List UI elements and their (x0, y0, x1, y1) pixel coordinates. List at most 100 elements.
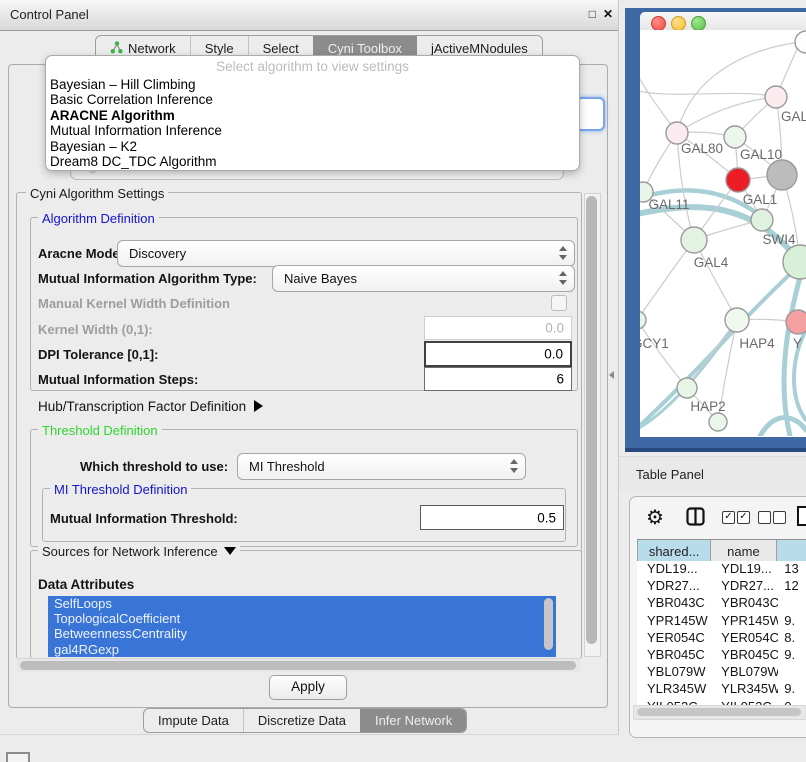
network-node-gal[interactable] (765, 86, 787, 108)
node-label: HAP4 (739, 336, 775, 351)
checked-checkbox-icon[interactable]: ✓ (722, 511, 735, 524)
data-attribute-item[interactable]: gal4RGexp (48, 642, 556, 657)
algorithm-item[interactable]: Bayesian – K2 (46, 139, 579, 154)
zoom-traffic-light[interactable] (691, 16, 706, 31)
network-node-gal1[interactable] (751, 209, 773, 231)
manual-kernel-label: Manual Kernel Width Definition (38, 296, 230, 311)
table-row[interactable]: YPR145WYPR145W9. (637, 613, 806, 630)
table-cell: YBL079W (637, 664, 711, 681)
floating-palette-icon[interactable] (6, 752, 30, 762)
unchecked-checkbox-icon[interactable] (758, 511, 771, 524)
sources-title-label: Sources for Network Inference (42, 544, 218, 559)
table-column-header[interactable]: shared... (638, 540, 711, 562)
network-node-gal10[interactable] (724, 126, 746, 148)
aracne-mode-combo[interactable]: Discovery (117, 240, 575, 267)
close-traffic-light[interactable] (651, 16, 666, 31)
hub-definition-toggle[interactable]: Hub/Transcription Factor Definition (38, 399, 263, 414)
float-icon[interactable]: □ (589, 7, 596, 21)
table-row[interactable]: YDR27...YDR27...12 (637, 578, 806, 595)
which-threshold-label: Which threshold to use: (80, 459, 228, 474)
sources-title[interactable]: Sources for Network Inference (38, 544, 240, 559)
document-icon[interactable] (796, 505, 806, 532)
node-label: GAL80 (681, 141, 723, 156)
app-root: Control Panel □ ✕ Network Style S (0, 0, 806, 762)
algorithm-item[interactable]: Bayesian – Hill Climbing (46, 77, 579, 92)
table-column-header[interactable]: name (711, 540, 776, 562)
table-cell: YBR045C (637, 647, 711, 664)
which-threshold-value: MI Threshold (249, 459, 325, 474)
network-node-gal4[interactable] (681, 227, 707, 253)
gear-icon[interactable]: ⚙ (646, 505, 664, 530)
algorithm-item-list: Bayesian – Hill ClimbingBasic Correlatio… (46, 77, 579, 169)
settings-hscrollbar-track[interactable] (17, 658, 580, 672)
table-body[interactable]: YDL19...YDL19...13YDR27...YDR27...12YBR0… (637, 561, 806, 705)
which-threshold-combo[interactable]: MI Threshold (237, 453, 526, 480)
tab-network-label: Network (128, 41, 176, 56)
data-attributes-list[interactable]: SelfLoopsTopologicalCoefficientBetweenne… (48, 596, 556, 657)
collapsed-arrow-icon (254, 400, 263, 412)
algorithm-item[interactable]: Mutual Information Inference (46, 123, 579, 138)
table-cell: YER054C (711, 630, 778, 647)
node-label: GCY1 (640, 336, 669, 351)
network-node[interactable] (767, 160, 797, 190)
node-label: GAL4 (694, 255, 729, 270)
settings-hscrollbar-thumb[interactable] (20, 661, 576, 670)
mi-steps-field[interactable]: 6 (424, 367, 572, 391)
table-panel-header: Table Panel (619, 456, 806, 493)
control-panel-window: Control Panel □ ✕ Network Style S (0, 0, 619, 735)
table-row[interactable]: YDL19...YDL19...13 (637, 561, 806, 578)
checked-checkbox-icon[interactable]: ✓ (737, 511, 750, 524)
control-panel-titlebar[interactable]: Control Panel □ ✕ (0, 0, 618, 31)
mi-type-combo[interactable]: Naive Bayes (272, 265, 575, 292)
table-hscrollbar-thumb[interactable] (637, 708, 801, 716)
network-node-hap2[interactable] (677, 378, 697, 398)
node-label: Y (793, 336, 802, 351)
node-table: shared...name (637, 539, 806, 563)
table-cell (778, 595, 806, 612)
network-node[interactable] (709, 413, 727, 431)
table-row[interactable]: YLR345WYLR345W9. (637, 681, 806, 698)
table-row[interactable]: YBR045CYBR045C9. (637, 647, 806, 664)
network-node-hap4[interactable] (725, 308, 749, 332)
table-hscrollbar-track[interactable] (633, 705, 806, 720)
close-icon[interactable]: ✕ (603, 7, 613, 21)
network-node[interactable] (726, 168, 750, 192)
tab-discretize-data[interactable]: Discretize Data (243, 709, 360, 732)
tab-discretize-data-label: Discretize Data (258, 713, 346, 728)
data-attribute-item[interactable]: BetweennessCentrality (48, 626, 556, 641)
algorithm-combo-stepper[interactable] (576, 97, 605, 131)
tab-jactivemnodules-label: jActiveMNodules (431, 41, 528, 56)
minimize-traffic-light[interactable] (671, 16, 686, 31)
manual-kernel-checkbox[interactable] (551, 295, 567, 311)
splitpane-grabber-icon[interactable] (609, 371, 614, 379)
list-scrollbar-thumb[interactable] (544, 598, 553, 650)
bottom-tabstrip: Impute Data Discretize Data Infer Networ… (143, 708, 467, 733)
tab-impute-data[interactable]: Impute Data (144, 709, 243, 732)
table-row[interactable]: YBR043CYBR043C (637, 595, 806, 612)
mi-threshold-field[interactable]: 0.5 (420, 505, 564, 530)
tab-infer-network[interactable]: Infer Network (360, 709, 466, 732)
apply-button[interactable]: Apply (269, 675, 347, 700)
tab-style-label: Style (205, 41, 234, 56)
network-node-y[interactable] (786, 310, 806, 334)
data-attribute-item[interactable]: TopologicalCoefficient (48, 611, 556, 626)
network-window-titlebar[interactable] (640, 12, 806, 31)
data-attribute-item[interactable]: SelfLoops (48, 596, 556, 611)
table-cell: YDR27... (711, 578, 778, 595)
table-row[interactable]: YER054CYER054C8. (637, 630, 806, 647)
stepper-arrows-icon (509, 457, 518, 475)
unchecked-checkbox-icon[interactable] (773, 511, 786, 524)
table-cell: 13 (778, 561, 806, 578)
network-canvas[interactable]: GALGAL80GAL10GAL1SWI4GAL11GAL4GCY1HAP4YH… (640, 30, 806, 436)
algorithm-item[interactable]: ARACNE Algorithm (46, 108, 579, 123)
settings-scrollbar-thumb[interactable] (586, 196, 597, 644)
split-columns-icon[interactable] (686, 507, 705, 531)
algorithm-item[interactable]: Dream8 DC_TDC Algorithm (46, 154, 579, 169)
algorithm-item[interactable]: Basic Correlation Inference (46, 92, 579, 107)
settings-scrollbar-track[interactable] (584, 193, 601, 657)
node-label: GAL11 (648, 197, 689, 212)
dpi-tolerance-field[interactable]: 0.0 (424, 341, 572, 367)
table-row[interactable]: YBL079WYBL079W (637, 664, 806, 681)
table-column-header[interactable] (777, 540, 806, 562)
network-node-gcy1[interactable] (640, 311, 646, 329)
